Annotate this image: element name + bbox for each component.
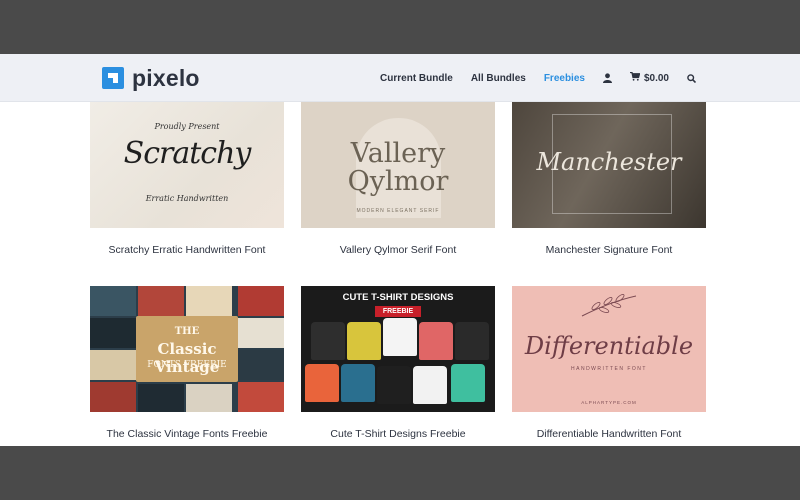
product-card[interactable]: Proudly Present Scratchy Erratic Handwri…	[90, 102, 284, 256]
product-title[interactable]: The Classic Vintage Fonts Freebie	[90, 428, 284, 440]
nav-freebies[interactable]: Freebies	[544, 73, 585, 84]
product-title[interactable]: Vallery Qylmor Serif Font	[301, 244, 495, 256]
art-title: Vallery	[350, 138, 446, 169]
top-frame-band	[0, 0, 800, 54]
art-text: ALPHARTYPE.COM	[581, 400, 637, 405]
art-title: Qylmor	[347, 166, 449, 197]
nav-current-bundle[interactable]: Current Bundle	[380, 73, 453, 84]
product-card[interactable]: Vallery Qylmor MODERN ELEGANT SERIF Vall…	[301, 102, 495, 256]
art-text: MODERN ELEGANT SERIF	[356, 208, 440, 214]
logo-mark-icon	[102, 67, 124, 89]
product-thumbnail[interactable]: Differentiable HANDWRITTEN FONT ALPHARTY…	[512, 286, 706, 412]
art-text: Proudly Present	[154, 122, 220, 131]
product-title[interactable]: Scratchy Erratic Handwritten Font	[90, 244, 284, 256]
art-title: Classic Vintage	[154, 340, 220, 376]
cart-icon	[629, 71, 641, 84]
product-card[interactable]: THE Classic Vintage FONTS FREEBIE The Cl…	[90, 286, 284, 440]
art-text: HANDWRITTEN FONT	[571, 366, 647, 372]
logo[interactable]: pixelo	[102, 64, 200, 91]
art-text: THE	[174, 326, 200, 337]
product-card[interactable]: Manchester Manchester Signature Font	[512, 102, 706, 256]
art-badge: FREEBIE	[375, 306, 421, 317]
product-thumbnail[interactable]: CUTE T-SHIRT DESIGNS FREEBIE	[301, 286, 495, 412]
product-title[interactable]: Manchester Signature Font	[512, 244, 706, 256]
product-title[interactable]: Differentiable Handwritten Font	[512, 428, 706, 440]
cart-total: $0.00	[643, 72, 669, 84]
product-thumbnail[interactable]: THE Classic Vintage FONTS FREEBIE	[90, 286, 284, 412]
main-nav: Current Bundle All Bundles Freebies $0.0…	[380, 54, 696, 102]
logo-text: pixelo	[132, 64, 200, 91]
product-card[interactable]: CUTE T-SHIRT DESIGNS FREEBIE Cute T-Shir…	[301, 286, 495, 440]
product-title[interactable]: Cute T-Shirt Designs Freebie	[301, 428, 495, 440]
art-text: Erratic Handwritten	[145, 194, 229, 203]
art-title: Manchester	[536, 148, 682, 176]
user-icon[interactable]	[602, 73, 612, 83]
cart-button[interactable]: $0.00	[629, 71, 669, 84]
art-panel: THE Classic Vintage FONTS FREEBIE	[136, 316, 238, 382]
website: pixelo Current Bundle All Bundles Freebi…	[0, 54, 800, 446]
search-icon[interactable]	[687, 73, 696, 83]
art-title: Differentiable	[524, 332, 694, 360]
bottom-frame-band	[0, 446, 800, 500]
art-text: FONTS FREEBIE	[147, 360, 227, 370]
product-thumbnail[interactable]: Vallery Qylmor MODERN ELEGANT SERIF	[301, 102, 495, 228]
branch-icon	[581, 294, 637, 317]
art-title: Scratchy	[123, 136, 252, 171]
site-header: pixelo Current Bundle All Bundles Freebi…	[0, 54, 800, 102]
nav-all-bundles[interactable]: All Bundles	[471, 73, 526, 84]
product-thumbnail[interactable]: Proudly Present Scratchy Erratic Handwri…	[90, 102, 284, 228]
art-title: CUTE T-SHIRT DESIGNS	[342, 292, 454, 303]
product-thumbnail[interactable]: Manchester	[512, 102, 706, 228]
product-card[interactable]: Differentiable HANDWRITTEN FONT ALPHARTY…	[512, 286, 706, 440]
